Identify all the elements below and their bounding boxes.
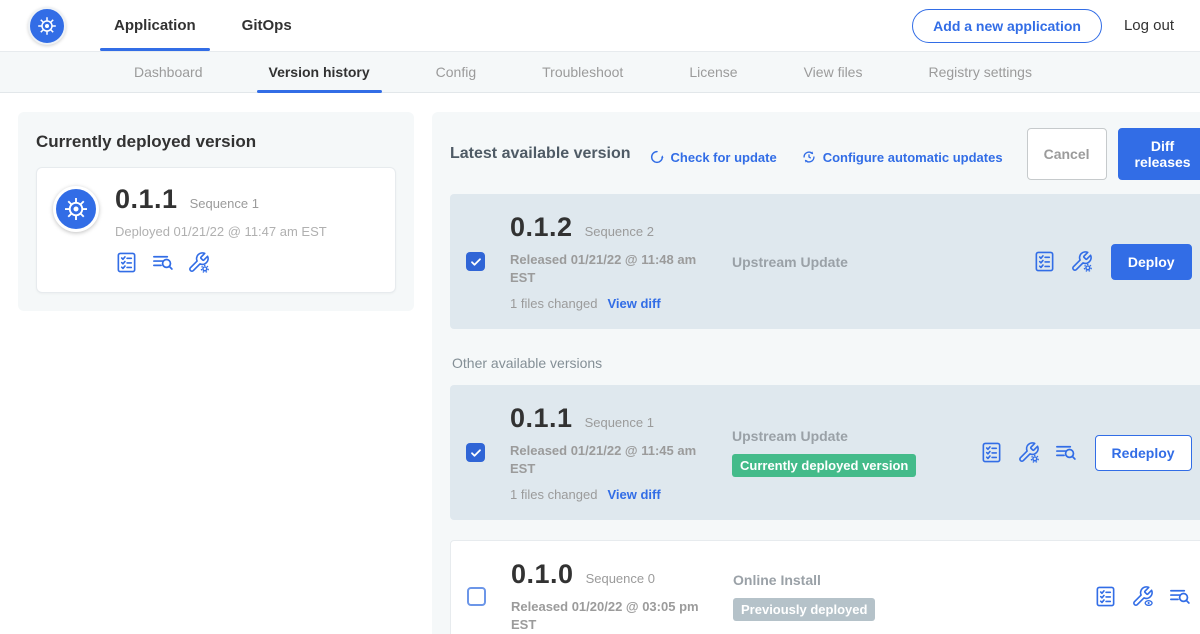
deployed-sequence: Sequence 1	[190, 196, 259, 211]
redeploy-button[interactable]: Redeploy	[1095, 435, 1192, 471]
top-tabs: Application GitOps	[100, 0, 324, 51]
subnav-registry-settings[interactable]: Registry settings	[916, 52, 1043, 92]
diff-releases-button[interactable]: Diff releases	[1118, 128, 1200, 180]
check-for-update-link[interactable]: Check for update	[649, 149, 777, 165]
version-card-0-1-0: 0.1.0 Sequence 0 Released 01/20/22 @ 03:…	[450, 540, 1200, 634]
main-content: Currently deployed version 0.1.1 Sequenc…	[0, 93, 1200, 634]
version-source: Upstream Update Currently deployed versi…	[732, 428, 980, 477]
edit-config-wrench-gear-icon[interactable]	[1017, 441, 1040, 464]
source-label: Upstream Update	[732, 428, 980, 444]
preflight-checklist-icon[interactable]	[1033, 250, 1056, 273]
top-right-actions: Add a new application Log out	[912, 9, 1200, 43]
deploy-logs-search-icon[interactable]	[1168, 585, 1191, 608]
released-timestamp: Released 01/21/22 @ 11:48 am EST	[510, 251, 710, 286]
cancel-button[interactable]: Cancel	[1027, 128, 1107, 180]
available-versions-panel: Latest available version Check for updat…	[432, 112, 1200, 634]
version-sequence: Sequence 2	[585, 224, 654, 239]
version-actions: Deploy	[1033, 244, 1192, 280]
view-diff-link[interactable]: View diff	[607, 296, 660, 311]
latest-available-title: Latest available version	[450, 145, 631, 163]
edit-config-wrench-gear-icon[interactable]	[1070, 250, 1093, 273]
version-source: Online Install Previously deployed	[733, 572, 1094, 621]
version-source: Upstream Update	[732, 254, 1033, 270]
deploy-button[interactable]: Deploy	[1111, 244, 1192, 280]
deploy-logs-search-icon[interactable]	[151, 251, 174, 274]
deployed-version-card: 0.1.1 Sequence 1 Deployed 01/21/22 @ 11:…	[36, 167, 396, 293]
version-info: 0.1.1 Sequence 1 Released 01/21/22 @ 11:…	[510, 403, 732, 502]
source-label: Online Install	[733, 572, 1094, 588]
currently-deployed-badge: Currently deployed version	[732, 454, 916, 477]
currently-deployed-panel: Currently deployed version 0.1.1 Sequenc…	[18, 112, 414, 311]
deployed-version-number: 0.1.1	[115, 184, 178, 215]
refresh-icon	[649, 149, 665, 165]
currently-deployed-title: Currently deployed version	[36, 132, 396, 152]
preflight-checklist-icon[interactable]	[115, 251, 138, 274]
tab-application[interactable]: Application	[100, 0, 210, 51]
app-logo-icon	[53, 186, 99, 232]
subnav-troubleshoot[interactable]: Troubleshoot	[530, 52, 635, 92]
deployed-version-details: 0.1.1 Sequence 1 Deployed 01/21/22 @ 11:…	[115, 184, 327, 274]
deploy-logs-search-icon[interactable]	[1054, 441, 1077, 464]
other-available-versions-label: Other available versions	[452, 355, 1200, 371]
version-actions: Redeploy	[980, 435, 1192, 471]
deployed-action-icons	[115, 251, 327, 274]
subnav-license[interactable]: License	[677, 52, 749, 92]
view-config-wrench-eye-icon[interactable]	[1131, 585, 1154, 608]
version-sequence: Sequence 0	[586, 571, 655, 586]
version-info: 0.1.2 Sequence 2 Released 01/21/22 @ 11:…	[510, 212, 732, 311]
preflight-checklist-icon[interactable]	[980, 441, 1003, 464]
source-label: Upstream Update	[732, 254, 1033, 270]
version-checkbox-0-1-1[interactable]	[466, 443, 485, 462]
subnav-version-history[interactable]: Version history	[257, 52, 382, 92]
files-changed-label: 1 files changed	[510, 296, 597, 311]
version-card-0-1-2: 0.1.2 Sequence 2 Released 01/21/22 @ 11:…	[450, 194, 1200, 329]
version-number: 0.1.2	[510, 212, 573, 243]
subnav-config[interactable]: Config	[424, 52, 488, 92]
view-diff-link[interactable]: View diff	[607, 487, 660, 502]
version-sequence: Sequence 1	[585, 415, 654, 430]
released-timestamp: Released 01/21/22 @ 11:45 am EST	[510, 442, 710, 477]
diff-actions: Cancel Diff releases	[1027, 128, 1200, 180]
add-application-button[interactable]: Add a new application	[912, 9, 1102, 43]
tab-gitops-label: GitOps	[242, 17, 292, 34]
checkmark-icon	[470, 447, 482, 459]
version-actions	[1094, 585, 1191, 608]
kots-admin-console: Application GitOps Add a new application…	[0, 0, 1200, 634]
previously-deployed-badge: Previously deployed	[733, 598, 875, 621]
version-number: 0.1.1	[510, 403, 573, 434]
subnav-dashboard[interactable]: Dashboard	[122, 52, 215, 92]
top-nav: Application GitOps Add a new application…	[0, 0, 1200, 51]
configure-updates-label: Configure automatic updates	[823, 150, 1003, 165]
preflight-checklist-icon[interactable]	[1094, 585, 1117, 608]
version-checkbox-0-1-0[interactable]	[467, 587, 486, 606]
configure-automatic-updates-link[interactable]: Configure automatic updates	[801, 149, 1003, 165]
edit-config-wrench-gear-icon[interactable]	[187, 251, 210, 274]
check-for-update-label: Check for update	[671, 150, 777, 165]
checkmark-icon	[470, 256, 482, 268]
version-card-0-1-1: 0.1.1 Sequence 1 Released 01/21/22 @ 11:…	[450, 385, 1200, 520]
deployed-timestamp: Deployed 01/21/22 @ 11:47 am EST	[115, 224, 327, 239]
app-subnav: Dashboard Version history Config Trouble…	[0, 51, 1200, 93]
tab-application-label: Application	[114, 17, 196, 34]
logout-link[interactable]: Log out	[1124, 17, 1174, 34]
released-timestamp: Released 01/20/22 @ 03:05 pm EST	[511, 598, 711, 633]
kubernetes-logo-icon	[28, 7, 66, 45]
subnav-view-files[interactable]: View files	[792, 52, 875, 92]
auto-update-clock-icon	[801, 149, 817, 165]
tab-gitops[interactable]: GitOps	[228, 0, 306, 51]
available-versions-header: Latest available version Check for updat…	[450, 128, 1200, 180]
version-checkbox-0-1-2[interactable]	[466, 252, 485, 271]
files-changed-label: 1 files changed	[510, 487, 597, 502]
version-number: 0.1.0	[511, 559, 574, 590]
version-info: 0.1.0 Sequence 0 Released 01/20/22 @ 03:…	[511, 559, 733, 633]
